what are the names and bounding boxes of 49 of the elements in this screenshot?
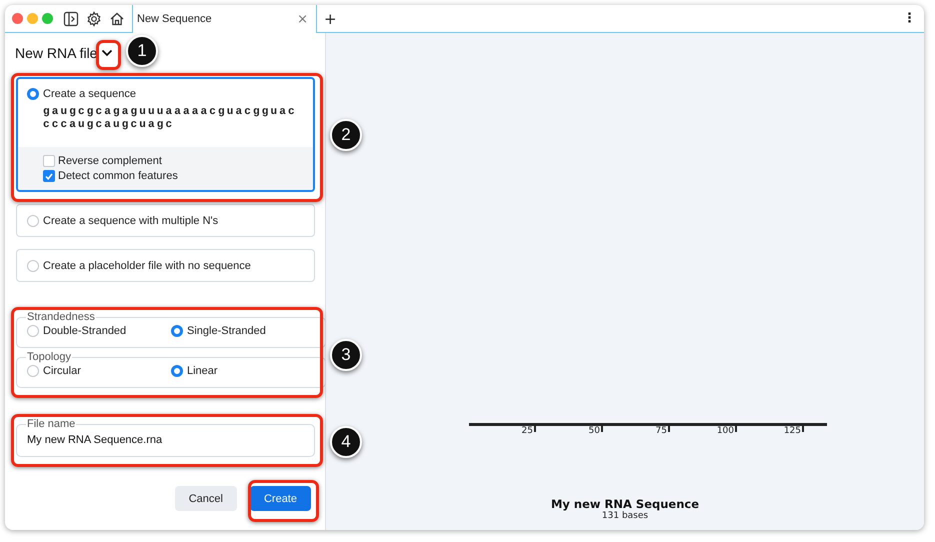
- close-tab-button[interactable]: ×: [295, 12, 310, 26]
- option-card[interactable]: Create a placeholder file with no sequence: [16, 249, 315, 282]
- radio-button[interactable]: [27, 88, 39, 100]
- radio-button[interactable]: [171, 365, 183, 377]
- radio-button[interactable]: [27, 260, 39, 272]
- sequence-text: gaugcgcagaguuuaaaaacguacgguac cccaugcaugcuagc: [42, 105, 298, 133]
- group-legend: Topology: [26, 351, 72, 363]
- radio-button[interactable]: [27, 214, 39, 226]
- text-input[interactable]: My new RNA Sequence.rna: [27, 430, 304, 446]
- dialog-title: New RNA file: [15, 45, 98, 61]
- home-icon[interactable]: [109, 10, 125, 26]
- field-label: File name: [26, 418, 76, 430]
- cancel-button[interactable]: Cancel: [174, 486, 237, 511]
- highlight-frame: [248, 480, 319, 522]
- option-label: Create a placeholder file with no sequence: [43, 260, 251, 272]
- tick-label: 100: [716, 426, 734, 437]
- radio-button[interactable]: [27, 365, 39, 377]
- radio-label: Linear: [187, 365, 218, 377]
- document-tab[interactable]: New Sequence ×: [132, 5, 317, 33]
- highlight-frame: [96, 40, 121, 70]
- new-tab-button[interactable]: +: [322, 10, 339, 28]
- window-control-icon[interactable]: [12, 13, 23, 24]
- chevron-icon: [101, 49, 114, 57]
- tick-label: 25: [522, 426, 533, 437]
- tick-label: 50: [588, 426, 600, 437]
- settings-icon[interactable]: [86, 10, 102, 26]
- option-card[interactable]: Create a sequence with multiple N's: [16, 204, 315, 237]
- create-button[interactable]: Create: [250, 486, 311, 511]
- group-legend: Strandedness: [26, 311, 96, 323]
- option-label: Create a sequence: [43, 88, 136, 100]
- checkbox[interactable]: [43, 170, 55, 182]
- checkbox-label: Reverse complement: [58, 155, 162, 167]
- radio-label: Circular: [43, 365, 81, 377]
- window-control-icon[interactable]: [42, 13, 53, 24]
- radio-label: Single-Stranded: [187, 325, 266, 337]
- radio-button[interactable]: [27, 325, 39, 337]
- checkbox-label: Detect common features: [58, 170, 178, 182]
- map-title: My new RNA Sequence: [550, 497, 700, 511]
- more-menu-button[interactable]: ⋮: [901, 11, 918, 26]
- radio-label: Double-Stranded: [43, 325, 126, 337]
- radio-button[interactable]: [171, 325, 183, 337]
- tick-label: 125: [784, 426, 801, 437]
- tick-label: 75: [656, 426, 667, 437]
- sidebar-toggle-icon[interactable]: [63, 10, 79, 26]
- option-card[interactable]: Create a sequence gaugcgcagaguuuaaaaacguacgguac cccaugcaugcuagc Reverse complement Detect common features: [16, 77, 315, 192]
- checkbox[interactable]: [43, 155, 55, 167]
- base-count: 131 bases: [602, 511, 648, 521]
- option-label: Create a sequence with multiple N's: [43, 214, 218, 226]
- file-name-field[interactable]: File name My new RNA Sequence.rna: [16, 418, 315, 457]
